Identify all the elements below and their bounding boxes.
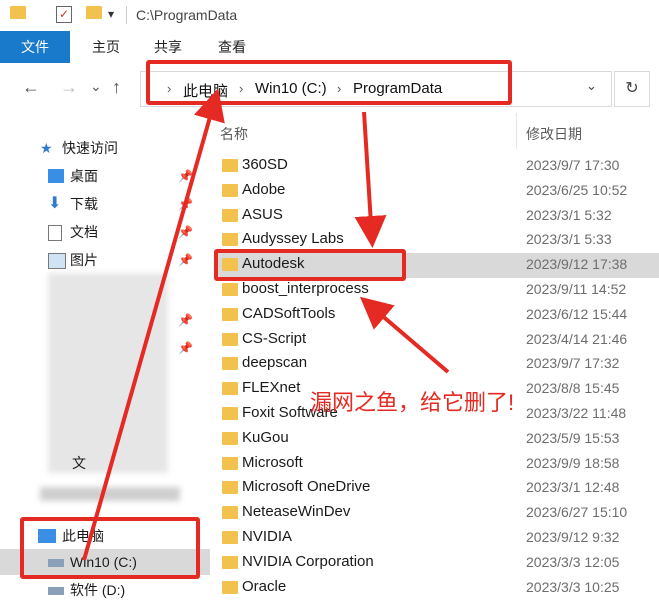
arrow-to-autodesk xyxy=(354,111,387,248)
arrow-from-text xyxy=(359,296,450,374)
arrow-to-address xyxy=(82,88,225,561)
annotation-arrows xyxy=(82,88,450,561)
